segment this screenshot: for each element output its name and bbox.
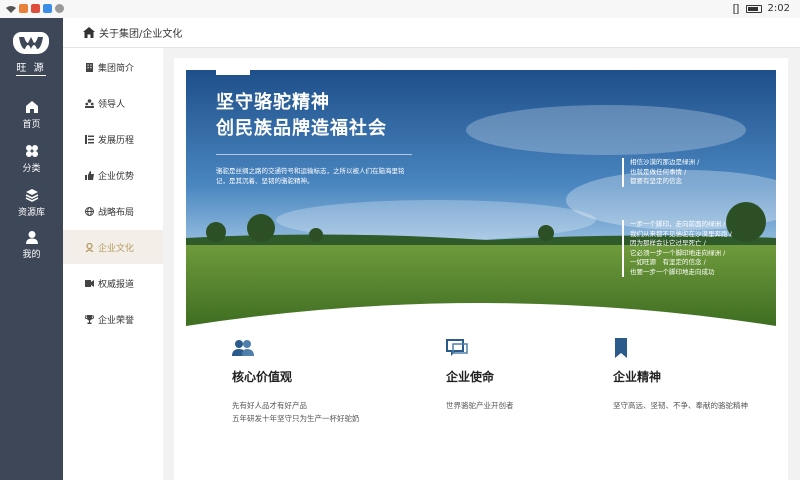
people-icon	[85, 98, 94, 108]
hero-title-line1: 坚守骆驼精神	[216, 92, 330, 113]
user-icon	[25, 231, 38, 244]
value-mission: 企业使命 世界骆驼产业开创者	[446, 338, 514, 412]
notification-icon	[43, 4, 52, 13]
wifi-icon	[6, 5, 16, 13]
globe-icon	[85, 206, 94, 216]
value-line: 先有好人品才有好产品	[232, 401, 307, 410]
content-panel: 坚守骆驼精神 创民族品牌造福社会 骆驼是丝绸之路的交通符号和运输标志，之所以被人…	[174, 58, 788, 480]
logo-text: 旺 源	[16, 59, 46, 76]
building-icon	[86, 62, 93, 72]
nav-item-category[interactable]: 分类	[0, 144, 63, 174]
hero-title-line2: 创民族品牌造福社会	[216, 118, 387, 139]
sub-item-reports[interactable]: 权威报道	[63, 266, 163, 300]
sub-item-label: 发展历程	[98, 135, 135, 146]
value-title: 企业精神	[613, 370, 662, 384]
value-title: 企业使命	[446, 370, 495, 384]
sub-item-strategy[interactable]: 战略布局	[63, 194, 163, 228]
nav-label: 资源库	[17, 208, 45, 218]
sub-item-group-intro[interactable]: 集团简介	[63, 50, 163, 84]
sub-item-history[interactable]: 发展历程	[63, 122, 163, 156]
breadcrumb: 关于集团/企业文化	[63, 18, 800, 48]
quote-line: 我们从来都不见骆驼在沙漠里奔跑 /	[630, 229, 732, 238]
quote-line: 都要有坚定的信念	[630, 177, 682, 185]
sub-item-advantages[interactable]: 企业优势	[63, 158, 163, 192]
value-spirit: 企业精神 坚守高远、坚韧、不争、奉献的骆驼精神	[613, 338, 748, 412]
sub-menu: 集团简介 领导人 发展历程 企业优势 战略布局 企业文化 权威报道 企业荣誉	[63, 48, 163, 480]
notification-icon	[55, 4, 64, 13]
chat-icon	[446, 339, 468, 356]
sub-item-label: 权威报道	[98, 279, 135, 290]
values-section: 核心价值观 先有好人品才有好产品 五年研发十年坚守只为生产一杯好驼奶 企业使命 …	[174, 338, 788, 468]
sub-item-label: 企业优势	[98, 171, 135, 182]
report-icon	[85, 279, 94, 287]
team-icon	[232, 340, 254, 356]
quote-line: 也就是做任何事情 /	[630, 167, 687, 176]
hero-description: 骆驼是丝绸之路的交通符号和运输标志，之所以被人们在脑海里铭记，是其沉着、坚韧的骆…	[216, 167, 405, 185]
hero-accent-bar	[216, 70, 250, 75]
logo: 旺 源	[10, 32, 52, 80]
sub-item-label: 集团简介	[98, 63, 135, 74]
status-bar: 2:02	[0, 0, 800, 18]
timeline-icon	[85, 134, 94, 144]
hero-divider	[216, 154, 412, 155]
sub-item-label: 领导人	[98, 99, 126, 110]
category-icon	[25, 145, 38, 157]
breadcrumb-text: 关于集团/企业文化	[99, 29, 183, 40]
nav-item-home[interactable]: 首页	[0, 100, 63, 130]
home-icon[interactable]	[83, 27, 95, 38]
resource-icon	[25, 189, 38, 202]
nav-label: 首页	[22, 120, 41, 130]
sub-item-label: 企业荣誉	[98, 315, 135, 326]
thumbs-up-icon	[85, 170, 94, 180]
trophy-icon	[85, 314, 94, 324]
value-line: 五年研发十年坚守只为生产一杯好驼奶	[232, 414, 360, 423]
home-icon	[25, 101, 38, 113]
sub-item-honors[interactable]: 企业荣誉	[63, 302, 163, 336]
value-line: 坚守高远、坚韧、不争、奉献的骆驼精神	[613, 401, 748, 410]
quote-line: 也要一步一个脚印地走向成功	[630, 267, 715, 276]
notification-icon	[31, 4, 40, 13]
hero-quote-1: 相信沙漠的那边是绿洲 / 也就是做任何事情 / 都要有坚定的信念	[622, 158, 762, 187]
nav-label: 我的	[22, 250, 41, 260]
value-core-values: 核心价值观 先有好人品才有好产品 五年研发十年坚守只为生产一杯好驼奶	[232, 338, 360, 425]
vibrate-icon	[733, 3, 739, 14]
value-text: 世界骆驼产业开创者	[446, 399, 514, 412]
sub-item-culture[interactable]: 企业文化	[63, 230, 163, 264]
quote-line: 它必须一步一个脚印地走向绿洲 /	[630, 248, 726, 257]
hero-banner: 坚守骆驼精神 创民族品牌造福社会 骆驼是丝绸之路的交通符号和运输标志，之所以被人…	[186, 70, 776, 326]
quote-line: 一如旺源 有坚定的信念 /	[630, 258, 706, 266]
battery-icon	[745, 4, 762, 13]
quote-line: 一步一个脚印，走向前面的绿洲 /	[630, 220, 726, 228]
notification-icon	[19, 4, 28, 13]
clock: 2:02	[767, 3, 790, 14]
left-nav: 旺 源 首页 分类 资源库 我的	[0, 18, 63, 480]
sub-item-label: 战略布局	[98, 207, 135, 218]
value-text: 坚守高远、坚韧、不争、奉献的骆驼精神	[613, 399, 748, 412]
bookmark-icon	[615, 338, 627, 358]
nav-item-resource[interactable]: 资源库	[0, 188, 63, 218]
quote-line: 因为那样会让它过早死亡 /	[630, 239, 706, 247]
nav-label: 分类	[22, 164, 41, 174]
status-icons-right: 2:02	[732, 3, 790, 14]
quote-line: 相信沙漠的那边是绿洲 /	[630, 158, 700, 166]
culture-icon	[85, 242, 94, 252]
value-title: 核心价值观	[232, 370, 293, 384]
sub-item-label: 企业文化	[98, 243, 135, 254]
value-text: 先有好人品才有好产品 五年研发十年坚守只为生产一杯好驼奶	[232, 399, 360, 425]
value-line: 世界骆驼产业开创者	[446, 401, 514, 410]
status-icons-left	[6, 4, 64, 13]
logo-mark	[13, 32, 49, 54]
sub-item-leaders[interactable]: 领导人	[63, 86, 163, 120]
hero-quote-2: 一步一个脚印，走向前面的绿洲 / 我们从来都不见骆驼在沙漠里奔跑 / 因为那样会…	[622, 220, 772, 277]
nav-item-mine[interactable]: 我的	[0, 230, 63, 260]
